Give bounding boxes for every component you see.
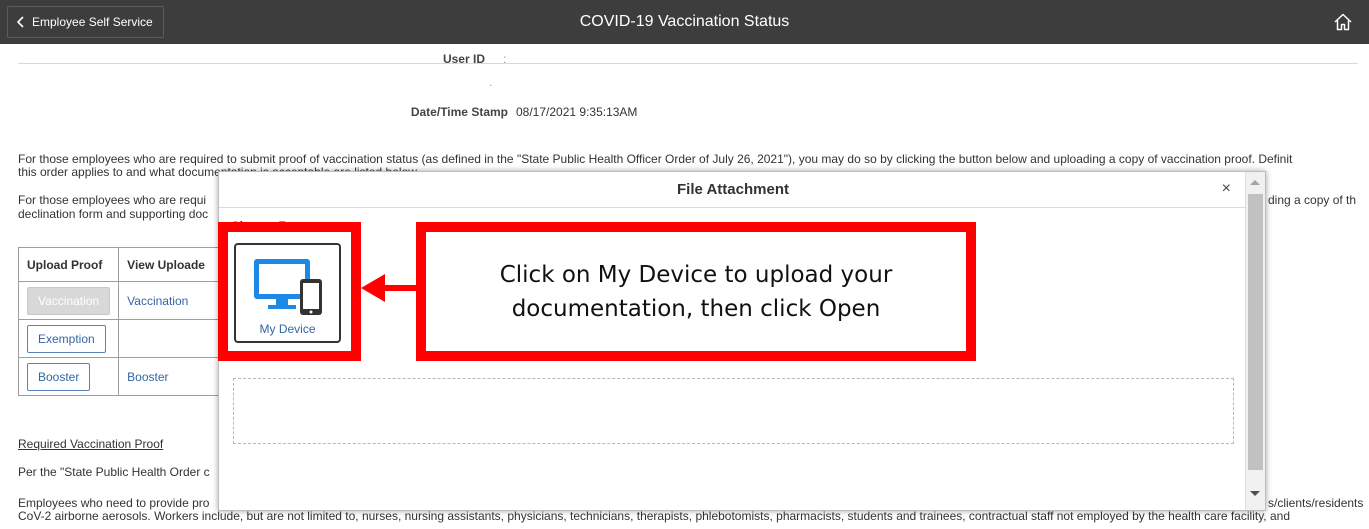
booster-view-link[interactable]: Booster <box>127 370 168 384</box>
table-cell: Exemption <box>17 319 120 358</box>
callout-line: documentation, then click Open <box>511 295 881 322</box>
paragraph-line: ding a copy of th <box>1268 194 1357 207</box>
table-row: Exemption <box>17 319 220 358</box>
vaccination-view-link[interactable]: Vaccination <box>127 294 188 308</box>
modal-title: File Attachment <box>677 181 789 198</box>
highlight-frame <box>218 222 361 361</box>
arrow-left-icon <box>361 274 385 302</box>
required-proof-heading[interactable]: Required Vaccination Proof <box>18 437 163 451</box>
paragraph-line: Employees who need to provide pro <box>18 497 210 510</box>
instruction-callout: Click on My Device to upload your docume… <box>416 222 976 361</box>
arrow-shaft <box>380 285 416 291</box>
table-cell: Vaccination <box>17 281 120 320</box>
paragraph-line: For those employees who are requi <box>18 194 207 207</box>
table-row: Vaccination Vaccination <box>17 281 220 320</box>
paragraph-line: Per the "State Public Health Order c <box>18 466 210 479</box>
divider <box>18 63 1358 64</box>
table-cell: Vaccination <box>118 281 220 320</box>
vaccination-upload-button: Vaccination <box>27 286 111 315</box>
scroll-down-icon[interactable] <box>1250 491 1260 496</box>
timestamp-value: 08/17/2021 9:35:13AM <box>516 105 638 119</box>
timestamp-label: Date/Time Stamp <box>410 105 508 119</box>
table-cell <box>118 319 220 358</box>
modal-scrollbar[interactable] <box>1245 172 1265 510</box>
table-cell: Booster <box>118 357 220 396</box>
scroll-thumb[interactable] <box>1248 194 1263 470</box>
paragraph-line: For those employees who are required to … <box>18 153 1293 166</box>
drop-zone[interactable] <box>233 378 1234 444</box>
column-header: Upload Proof <box>17 247 120 282</box>
top-bar: Employee Self Service COVID-19 Vaccinati… <box>0 0 1369 44</box>
table-header-row: Upload Proof View Uploade <box>17 247 220 282</box>
modal-header: File Attachment × <box>219 172 1247 208</box>
column-header: View Uploade <box>118 247 220 282</box>
blank-value: . <box>489 75 493 89</box>
paragraph-line: s/clients/residents <box>1268 497 1364 510</box>
paragraph-line: CoV-2 airborne aerosols. Workers include… <box>18 510 1290 523</box>
page-title: COVID-19 Vaccination Status <box>579 13 790 30</box>
table-row: Booster Booster <box>17 357 220 396</box>
exemption-upload-button[interactable]: Exemption <box>27 324 106 353</box>
scroll-up-icon[interactable] <box>1250 180 1260 185</box>
callout-line: Click on My Device to upload your <box>499 261 893 288</box>
proof-table: Upload Proof View Uploade Vaccination Va… <box>17 247 220 396</box>
paragraph-line: declination form and supporting doc <box>18 208 209 221</box>
home-icon[interactable] <box>1333 12 1353 32</box>
booster-upload-button[interactable]: Booster <box>27 362 91 391</box>
table-cell: Booster <box>17 357 120 396</box>
close-icon[interactable]: × <box>1222 181 1231 197</box>
